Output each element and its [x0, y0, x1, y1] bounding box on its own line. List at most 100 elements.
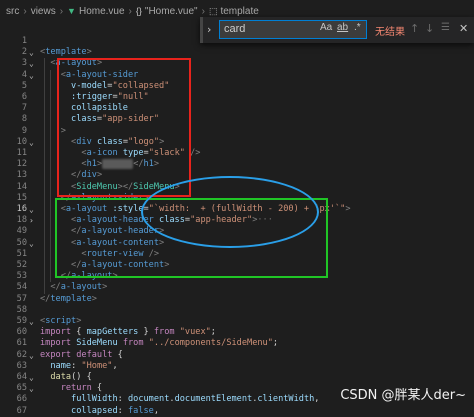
line-number: 9 — [21, 125, 27, 136]
code-line[interactable]: 61 import SideMenu from "../components/Si… — [0, 338, 474, 349]
line-number: 10 — [16, 136, 27, 147]
find-result-status: 无结果 — [375, 27, 405, 38]
code-text: data() { — [40, 372, 91, 383]
code-text: import SideMenu from "../components/Side… — [40, 338, 278, 349]
line-number: 15 — [16, 192, 27, 203]
fold-expanded-icon[interactable]: ⌄ — [29, 137, 37, 148]
code-token: { — [71, 327, 87, 338]
line-number: 8 — [21, 114, 27, 125]
breadcrumb-item-src[interactable]: src — [6, 6, 19, 17]
line-number: 12 — [16, 159, 27, 170]
code-token: "../components/SideMenu" — [148, 338, 273, 349]
code-token: template — [45, 47, 87, 58]
code-token: a-layout — [60, 282, 103, 293]
fold-expanded-icon[interactable]: ⌄ — [29, 58, 37, 69]
chevron-right-icon: › — [59, 5, 64, 17]
watermark: CSDN @胖某人der~ — [340, 388, 466, 403]
breadcrumb-item-module[interactable]: "Home.vue" — [145, 6, 198, 17]
fold-expanded-icon[interactable]: ⌄ — [29, 47, 37, 58]
code-line[interactable]: 57 </template> — [0, 294, 474, 305]
fold-expanded-icon[interactable]: ⌄ — [29, 204, 37, 215]
line-number: 7 — [21, 103, 27, 114]
line-number: 50 — [16, 237, 27, 248]
code-token: > — [345, 204, 351, 214]
next-match-arrow-icon[interactable]: ↓ — [425, 22, 434, 35]
code-token: from — [153, 327, 175, 338]
fold-expanded-icon[interactable]: ⌄ — [29, 350, 37, 361]
code-text: export default { — [40, 350, 123, 361]
breadcrumb-item-file[interactable]: Home.vue — [79, 6, 125, 17]
chevron-right-icon: › — [23, 5, 27, 17]
regex-toggle[interactable]: .* — [354, 22, 361, 33]
code-line[interactable]: 59 ⌄ <script> — [0, 316, 474, 327]
code-token: { — [112, 349, 123, 360]
line-number: 52 — [16, 260, 27, 270]
code-line[interactable]: 63 name: "Home", — [0, 361, 474, 372]
code-token: : — [117, 394, 128, 405]
fold-expanded-icon[interactable]: ⌄ — [29, 238, 37, 249]
code-line[interactable]: 64 ⌄ data() { — [0, 372, 474, 383]
code-token: clientWidth — [257, 394, 315, 405]
fold-expanded-icon[interactable]: ⌄ — [29, 70, 37, 81]
code-token: } — [138, 327, 154, 338]
code-line[interactable]: 67 collapsed: false, — [0, 406, 474, 417]
line-number: 62 — [16, 349, 27, 360]
fold-expanded-icon[interactable]: ⌄ — [29, 383, 37, 394]
line-number: 54 — [16, 282, 27, 293]
line-number: 63 — [16, 360, 27, 371]
indent-guide — [50, 69, 51, 283]
line-number: 64 — [16, 372, 27, 382]
code-token: default — [76, 349, 113, 360]
code-token: > — [91, 293, 97, 304]
code-token: /> — [190, 148, 201, 158]
code-text: import { mapGetters } from "vuex"; — [40, 327, 216, 338]
toggle-replace-chevron-icon[interactable]: › — [207, 23, 211, 36]
code-text: name: "Home", — [40, 360, 118, 372]
code-token: : — [71, 360, 82, 371]
code-line[interactable]: 2 ⌄ <template> — [0, 47, 474, 58]
code-line[interactable]: 62 ⌄ export default { — [0, 350, 474, 361]
code-line[interactable]: 58 — [0, 305, 474, 316]
previous-match-arrow-icon[interactable]: ↑ — [410, 22, 419, 35]
code-token: ; — [272, 338, 279, 349]
code-token: </ — [40, 293, 51, 304]
breadcrumb-item-template[interactable]: template — [220, 6, 258, 17]
code-token: document — [127, 394, 170, 405]
fold-collapsed-icon[interactable]: › — [29, 215, 37, 226]
line-number: 49 — [16, 226, 27, 237]
fold-expanded-icon[interactable]: ⌄ — [29, 372, 37, 383]
line-number: 6 — [21, 92, 27, 102]
match-case-toggle[interactable]: Aa — [320, 22, 332, 33]
code-token: import — [40, 338, 72, 349]
code-token: , — [112, 360, 118, 371]
code-line[interactable]: 54 </a-layout> — [0, 282, 474, 293]
line-number: 18 — [16, 215, 27, 226]
line-number: 14 — [16, 181, 27, 192]
fold-expanded-icon[interactable]: ⌄ — [29, 316, 37, 327]
code-text: collapsed: false, — [40, 406, 159, 417]
breadcrumb-item-views[interactable]: views — [31, 6, 56, 17]
code-token: , — [314, 394, 320, 405]
line-number: 4 — [21, 69, 27, 80]
close-icon[interactable]: ✕ — [459, 22, 468, 35]
find-in-selection-icon[interactable]: ☰ — [441, 22, 450, 33]
whole-word-toggle[interactable]: ab — [337, 22, 348, 33]
line-number: 1 — [21, 36, 27, 46]
element-icon: ⬚ — [208, 5, 218, 16]
chevron-right-icon: › — [128, 5, 132, 17]
code-token: false — [127, 405, 154, 416]
code-token: { — [91, 383, 103, 394]
style-highlight-ellipse — [141, 176, 319, 248]
code-line[interactable]: 60 import { mapGetters } from "vuex"; — [0, 327, 474, 338]
line-number: 65 — [16, 383, 27, 394]
line-number: 58 — [16, 304, 27, 315]
line-number: 61 — [16, 338, 27, 349]
vue-file-icon: ▼ — [67, 6, 76, 16]
code-token: name — [50, 360, 72, 371]
line-number: 53 — [16, 271, 27, 282]
